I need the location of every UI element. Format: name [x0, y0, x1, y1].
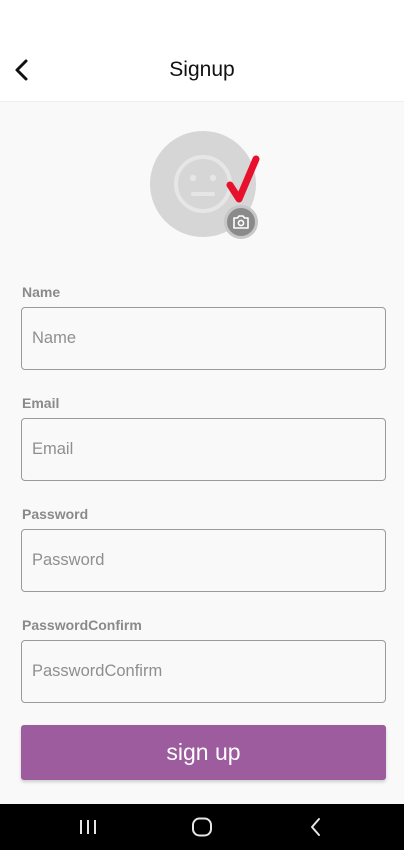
signup-screen: Signup Name Email Password Password	[0, 0, 404, 850]
email-field[interactable]	[21, 418, 386, 481]
email-label: Email	[22, 395, 60, 411]
signup-button[interactable]: sign up	[21, 725, 386, 780]
name-label: Name	[22, 284, 61, 300]
recents-button[interactable]	[68, 812, 108, 842]
password-field[interactable]	[21, 529, 386, 592]
camera-icon	[233, 215, 249, 229]
page-title: Signup	[169, 58, 235, 81]
password-confirm-label: PasswordConfirm	[22, 617, 142, 633]
system-nav-bar	[0, 804, 404, 850]
back-icon	[311, 818, 320, 836]
password-label: Password	[22, 506, 89, 522]
app-header: Signup	[0, 0, 404, 102]
home-button[interactable]	[182, 812, 222, 842]
recents-icon	[80, 820, 96, 834]
home-icon	[192, 817, 212, 837]
avatar-picker[interactable]	[150, 131, 260, 241]
password-confirm-field[interactable]	[21, 640, 386, 703]
red-checkmark-icon	[226, 155, 260, 203]
camera-button[interactable]	[224, 205, 258, 239]
name-field[interactable]	[21, 307, 386, 370]
nav-back-button[interactable]	[296, 812, 336, 842]
